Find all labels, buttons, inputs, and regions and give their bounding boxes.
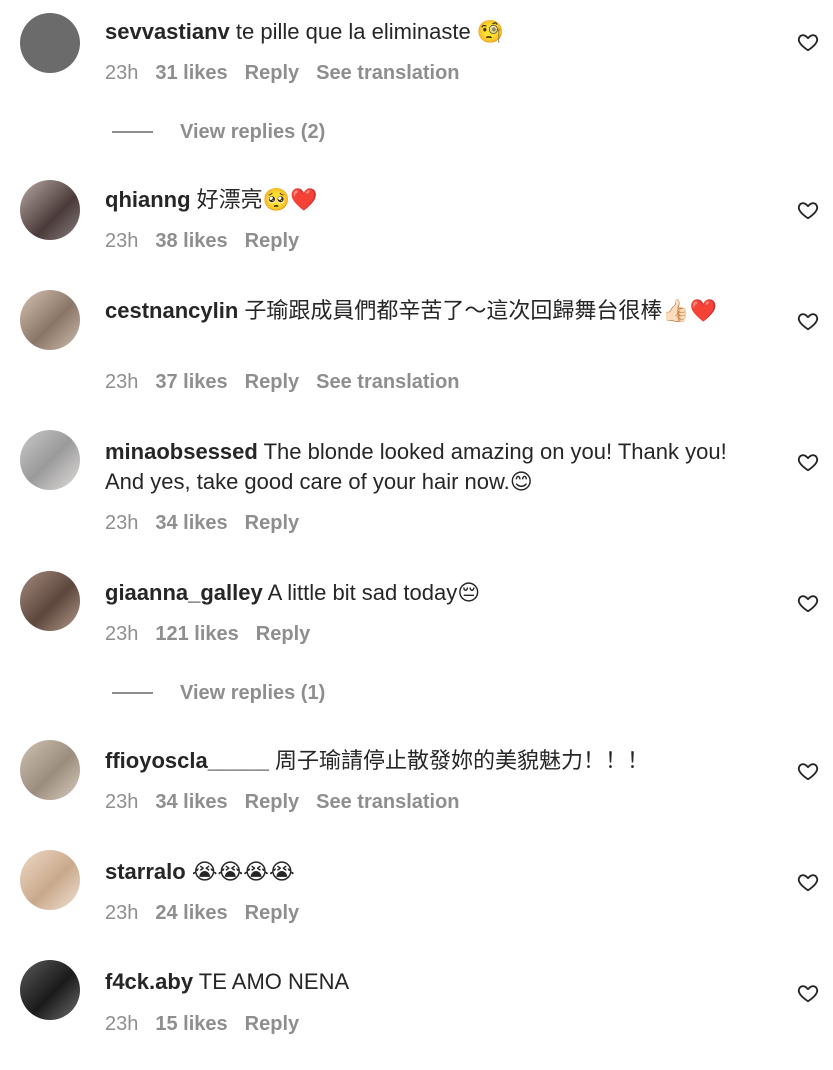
avatar[interactable]	[20, 960, 80, 1020]
reply-button[interactable]: Reply	[245, 791, 299, 813]
comment-time[interactable]: 23h	[105, 623, 138, 645]
comment-time[interactable]: 23h	[105, 1013, 138, 1035]
comment-username[interactable]: starralo	[105, 859, 186, 884]
reply-button[interactable]: Reply	[245, 1013, 299, 1035]
comment-likes[interactable]: 31 likes	[155, 62, 227, 84]
comment-text: ffioyoscla_____ 周子瑜請停止散發妳的美貌魅力！！！	[105, 746, 765, 776]
comment-text: minaobsessed The blonde looked amazing o…	[105, 437, 765, 497]
comment-username[interactable]: cestnancylin	[105, 298, 238, 323]
reply-button[interactable]: Reply	[256, 623, 310, 645]
comment-likes[interactable]: 15 likes	[155, 1013, 227, 1035]
comment-meta: 23h 15 likes Reply	[105, 1013, 316, 1036]
comment-username[interactable]: f4ck.aby	[105, 969, 193, 994]
comment-meta: 23h 24 likes Reply	[105, 902, 316, 925]
comment-username[interactable]: qhianng	[105, 187, 191, 212]
avatar[interactable]	[20, 850, 80, 910]
comment-username[interactable]: giaanna_galley	[105, 580, 263, 605]
comment-time[interactable]: 23h	[105, 371, 138, 393]
comment-meta: 23h 121 likes Reply	[105, 623, 327, 646]
comment-body: A little bit sad today😔	[267, 580, 481, 605]
comment-meta: 23h 37 likes Reply See translation	[105, 371, 477, 394]
reply-button[interactable]: Reply	[245, 512, 299, 534]
comment-body: 周子瑜請停止散發妳的美貌魅力！！！	[275, 748, 650, 773]
comment-username[interactable]: sevvastianv	[105, 19, 230, 44]
avatar[interactable]	[20, 180, 80, 240]
comment-text: cestnancylin 子瑜跟成員們都辛苦了～這次回歸舞台很棒👍🏻❤️	[105, 296, 765, 326]
view-replies-label[interactable]: View replies (1)	[180, 678, 325, 708]
comment-likes[interactable]: 34 likes	[155, 791, 227, 813]
avatar[interactable]	[20, 571, 80, 631]
heart-outline-icon[interactable]	[797, 760, 819, 782]
comment-text: f4ck.aby TE AMO NENA	[105, 967, 765, 997]
comment-time[interactable]: 23h	[105, 902, 138, 924]
comment-time[interactable]: 23h	[105, 230, 138, 252]
reply-button[interactable]: Reply	[245, 902, 299, 924]
heart-outline-icon[interactable]	[797, 199, 819, 221]
comment-time[interactable]: 23h	[105, 62, 138, 84]
comment-username[interactable]: minaobsessed	[105, 439, 258, 464]
comment-likes[interactable]: 24 likes	[155, 902, 227, 924]
comment-meta: 23h 34 likes Reply	[105, 512, 316, 535]
comment-meta: 23h 34 likes Reply See translation	[105, 791, 477, 814]
see-translation-button[interactable]: See translation	[316, 791, 459, 813]
see-translation-button[interactable]: See translation	[316, 371, 459, 393]
comment-likes[interactable]: 37 likes	[155, 371, 227, 393]
comment-meta: 23h 38 likes Reply	[105, 230, 316, 253]
comment-text: starralo 😭😭😭😭	[105, 857, 765, 887]
comment-body: 好漂亮🥺❤️	[196, 187, 318, 212]
heart-outline-icon[interactable]	[797, 982, 819, 1004]
comment-body: 😭😭😭😭	[191, 859, 295, 884]
comment-time[interactable]: 23h	[105, 791, 138, 813]
reply-button[interactable]: Reply	[245, 371, 299, 393]
comment-likes[interactable]: 34 likes	[155, 512, 227, 534]
view-replies-label[interactable]: View replies (2)	[180, 117, 325, 147]
comment-text: qhianng 好漂亮🥺❤️	[105, 185, 765, 215]
comment-text: giaanna_galley A little bit sad today😔	[105, 578, 765, 608]
heart-outline-icon[interactable]	[797, 31, 819, 53]
comment-body: te pille que la eliminaste 🧐	[235, 19, 505, 44]
avatar[interactable]	[20, 740, 80, 800]
comment-text: sevvastianv te pille que la eliminaste 🧐	[105, 17, 765, 47]
comment-body: 子瑜跟成員們都辛苦了～這次回歸舞台很棒👍🏻❤️	[244, 298, 718, 323]
replies-divider	[112, 131, 153, 133]
comment-meta: 23h 31 likes Reply See translation	[105, 62, 477, 85]
comment-likes[interactable]: 38 likes	[155, 230, 227, 252]
heart-outline-icon[interactable]	[797, 592, 819, 614]
heart-outline-icon[interactable]	[797, 871, 819, 893]
comment-body: TE AMO NENA	[198, 969, 350, 994]
reply-button[interactable]: Reply	[245, 62, 299, 84]
replies-divider	[112, 692, 153, 694]
avatar[interactable]	[20, 13, 80, 73]
see-translation-button[interactable]: See translation	[316, 62, 459, 84]
comment-likes[interactable]: 121 likes	[155, 623, 238, 645]
comment-time[interactable]: 23h	[105, 512, 138, 534]
avatar[interactable]	[20, 290, 80, 350]
avatar[interactable]	[20, 430, 80, 490]
heart-outline-icon[interactable]	[797, 310, 819, 332]
reply-button[interactable]: Reply	[245, 230, 299, 252]
comment-username[interactable]: ffioyoscla_____	[105, 748, 269, 773]
heart-outline-icon[interactable]	[797, 451, 819, 473]
